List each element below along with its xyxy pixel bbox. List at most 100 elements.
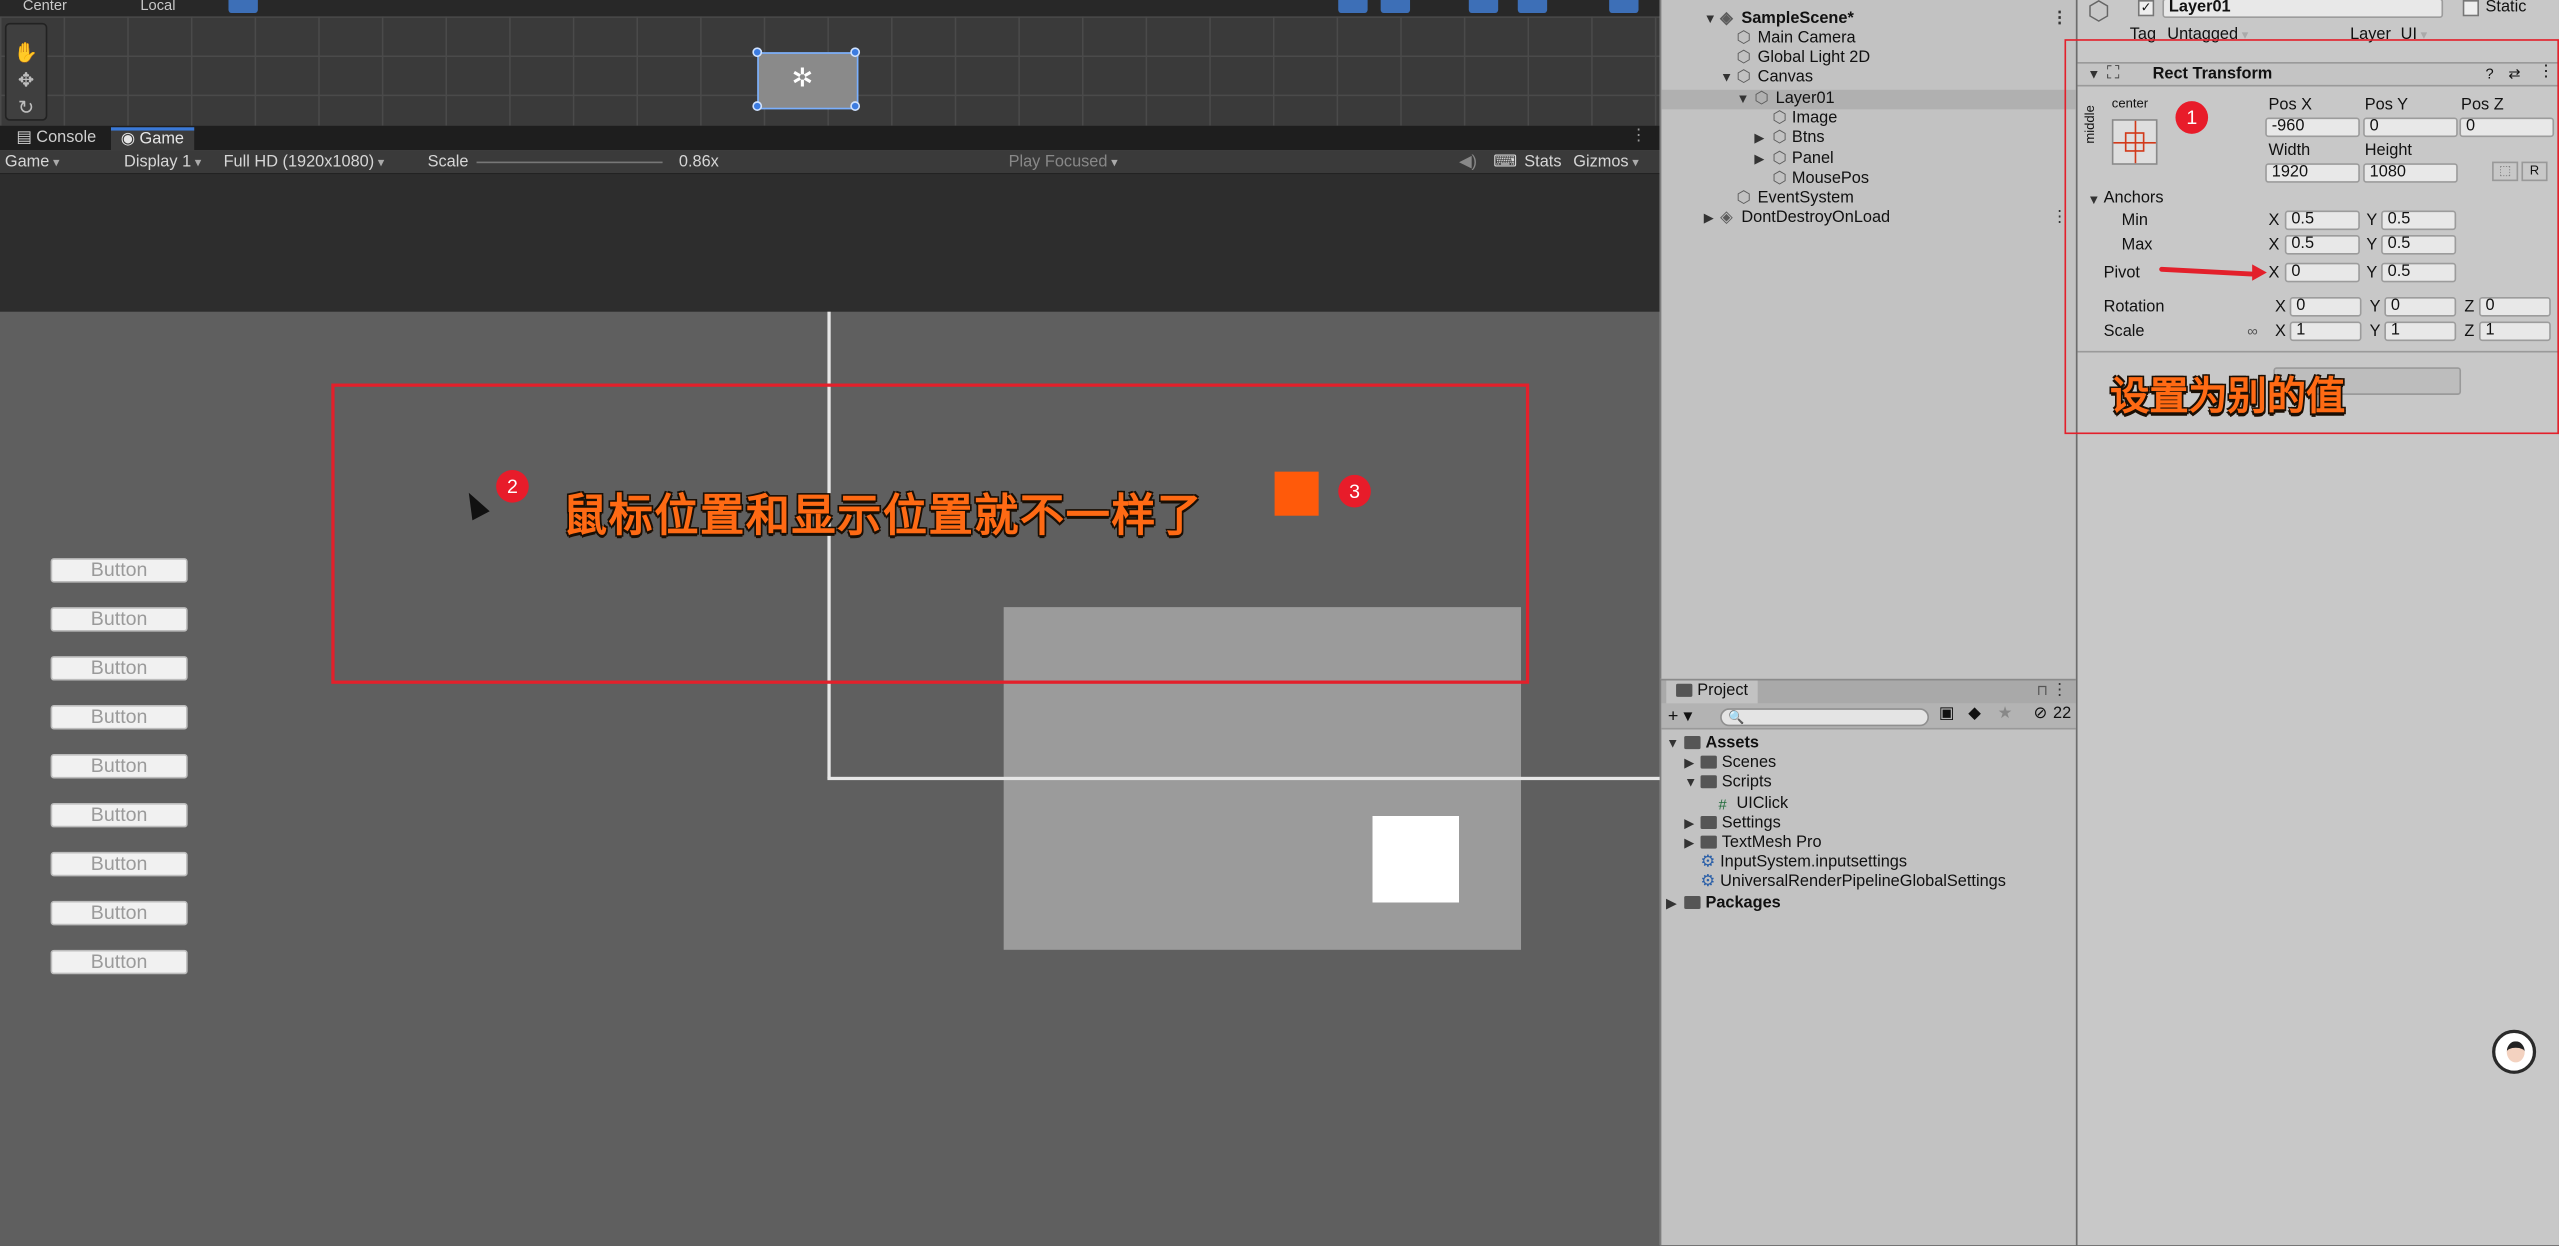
letterbox-bar [0, 174, 1660, 312]
hierarchy-item-panel[interactable]: ▶ ⬡ Panel [1661, 150, 2077, 170]
collapse-arrow-icon[interactable]: ▶ [1754, 129, 1764, 149]
object-name-field[interactable]: Layer01 [2162, 0, 2444, 18]
collapse-arrow-icon[interactable]: ▶ [1684, 754, 1694, 774]
rect-handle[interactable] [752, 47, 763, 58]
project-item-packages[interactable]: ▶ Packages [1661, 894, 2077, 914]
collapse-arrow-icon[interactable]: ▶ [1684, 814, 1694, 834]
hierarchy-item-label: Panel [1791, 150, 1834, 169]
hierarchy-item-eventsystem[interactable]: ⬡ EventSystem [1661, 189, 2077, 209]
collapse-arrow-icon[interactable]: ▶ [1704, 209, 1714, 229]
ui-button[interactable]: Button [50, 851, 188, 877]
project-item-scripts[interactable]: ▼ Scripts [1661, 774, 2077, 794]
ui-button[interactable]: Button [50, 900, 188, 926]
rect-handle[interactable] [850, 47, 861, 58]
hierarchy-item-image[interactable]: ⬡ Image [1661, 109, 2077, 129]
move-tool-icon[interactable]: ✥ [13, 69, 39, 92]
kebab-menu-icon[interactable]: ⋮ [2051, 10, 2067, 30]
stats-button[interactable]: Stats [1524, 150, 1561, 174]
rotate-tool-icon[interactable]: ↻ [13, 96, 39, 119]
annotation-arrow-head-icon [2252, 264, 2267, 281]
tab-console[interactable]: ▤ Console [7, 127, 106, 150]
search-by-label-icon[interactable]: ◆ [1968, 705, 1981, 723]
gizmos-button[interactable]: Gizmos [1573, 150, 1639, 174]
ui-button[interactable]: Button [50, 607, 188, 632]
gameobject-icon: ⬡ [1772, 128, 1787, 147]
hand-tool-icon[interactable]: ✋ [13, 41, 39, 64]
tools-overlay: ✋ ✥ ↻ [4, 22, 48, 121]
scene-visibility-button[interactable] [1517, 0, 1548, 14]
ui-button[interactable]: Button [50, 753, 188, 779]
ui-button[interactable]: Button [50, 656, 188, 681]
keyboard-icon[interactable]: ⌨ [1493, 150, 1517, 174]
search-by-type-icon[interactable]: ▣ [1939, 705, 1954, 723]
play-mode-dropdown[interactable]: Play Focused [1009, 150, 1118, 174]
static-checkbox[interactable] [2462, 0, 2480, 17]
display-dropdown[interactable]: Display 1 [124, 150, 215, 174]
gameobject-icon: ⬡ [1736, 48, 1751, 67]
add-asset-button[interactable]: + ▾ [1668, 705, 1693, 727]
project-item-inputsystem[interactable]: ⚙ InputSystem.inputsettings [1661, 854, 2077, 874]
tab-menu-icon[interactable]: ⋮ [1630, 127, 1646, 145]
expand-arrow-icon[interactable]: ▼ [1684, 774, 1697, 794]
project-search-input[interactable]: 🔍 [1720, 708, 1930, 727]
hierarchy-item-main-camera[interactable]: ⬡ Main Camera [1661, 29, 2077, 49]
mute-audio-icon[interactable]: ◀) [1459, 150, 1477, 174]
display-mode-dropdown[interactable]: Game [5, 150, 106, 174]
console-icon: ▤ [16, 128, 32, 147]
expand-arrow-icon[interactable]: ▼ [1704, 10, 1717, 30]
collapse-arrow-icon[interactable]: ▶ [1666, 894, 1676, 914]
ui-button[interactable]: Button [50, 558, 188, 583]
project-item-scenes[interactable]: ▶ Scenes [1661, 754, 2077, 774]
scale-slider[interactable] [476, 161, 663, 164]
project-item-assets[interactable]: ▼ Assets [1661, 734, 2077, 754]
tab-game[interactable]: ◉ Game [110, 127, 194, 151]
gameobject-icon: ⬡ [1772, 169, 1787, 188]
avatar[interactable] [2492, 1029, 2537, 1074]
scale-label: Scale [427, 153, 469, 172]
ui-button[interactable]: Button [50, 802, 188, 828]
settings-asset-icon: ⚙ [1700, 853, 1716, 872]
resolution-dropdown[interactable]: Full HD (1920x1080) [224, 150, 417, 174]
effects-toggle-button[interactable] [1468, 0, 1499, 14]
project-item-label: Scenes [1721, 753, 1777, 772]
kebab-menu-icon[interactable]: ⋮ [2051, 682, 2067, 700]
collapse-arrow-icon[interactable]: ▶ [1754, 150, 1764, 170]
project-item-label: TextMesh Pro [1721, 833, 1822, 852]
tab-project[interactable]: Project [1666, 680, 1758, 704]
project-item-urp-settings[interactable]: ⚙ UniversalRenderPipelineGlobalSettings [1661, 873, 2077, 893]
expand-arrow-icon[interactable]: ▼ [1736, 90, 1749, 110]
rect-handle[interactable] [752, 101, 763, 111]
project-item-textmeshpro[interactable]: ▶ TextMesh Pro [1661, 834, 2077, 854]
hierarchy-panel: ▼ ◈ SampleScene* ⋮ ⬡ Main Camera ⬡ Globa… [1659, 0, 2078, 679]
folder-icon [1700, 756, 1717, 770]
expand-arrow-icon[interactable]: ▼ [1666, 734, 1679, 754]
project-item-uiclick[interactable]: # UIClick [1661, 795, 2077, 815]
annotation-badge-2: 2 [496, 470, 529, 503]
hierarchy-item-btns[interactable]: ▶ ⬡ Btns [1661, 129, 2077, 149]
hierarchy-item-layer01[interactable]: ▼ ⬡ Layer01 [1661, 89, 2078, 110]
hidden-packages-icon[interactable]: ⊘ [2033, 705, 2047, 723]
lock-icon[interactable]: ⊓ [2037, 682, 2048, 700]
hierarchy-item-dontdestroyonload[interactable]: ▶ ◈ DontDestroyOnLoad ⋮ [1661, 209, 2077, 229]
pivot-mode-dropdown[interactable]: Center [23, 0, 67, 13]
pivot-rotation-dropdown[interactable]: Local [140, 0, 175, 13]
rect-handle[interactable] [850, 101, 861, 111]
hierarchy-item-label: DontDestroyOnLoad [1741, 208, 1891, 227]
hierarchy-item-global-light[interactable]: ⬡ Global Light 2D [1661, 49, 2077, 69]
active-checkbox[interactable]: ✓ [2137, 0, 2155, 17]
project-item-settings[interactable]: ▶ Settings [1661, 814, 2077, 834]
camera-gizmo[interactable]: ✲ [752, 47, 861, 111]
favorites-icon[interactable]: ★ [1998, 705, 2013, 723]
camera-icon: ✲ [791, 65, 814, 94]
ui-button[interactable]: Button [50, 949, 188, 975]
2d-toggle-button[interactable] [1338, 0, 1368, 14]
hierarchy-scene-row[interactable]: ▼ ◈ SampleScene* ⋮ [1661, 10, 2077, 30]
expand-arrow-icon[interactable]: ▼ [1720, 69, 1733, 89]
collapse-arrow-icon[interactable]: ▶ [1684, 834, 1694, 854]
gizmos-scene-button[interactable] [1609, 0, 1639, 14]
hierarchy-item-mousepos[interactable]: ⬡ MousePos [1661, 170, 2077, 190]
hierarchy-item-canvas[interactable]: ▼ ⬡ Canvas [1661, 69, 2077, 89]
grid-snap-button[interactable] [228, 0, 258, 14]
lighting-toggle-button[interactable] [1380, 0, 1411, 14]
ui-button[interactable]: Button [50, 705, 188, 730]
